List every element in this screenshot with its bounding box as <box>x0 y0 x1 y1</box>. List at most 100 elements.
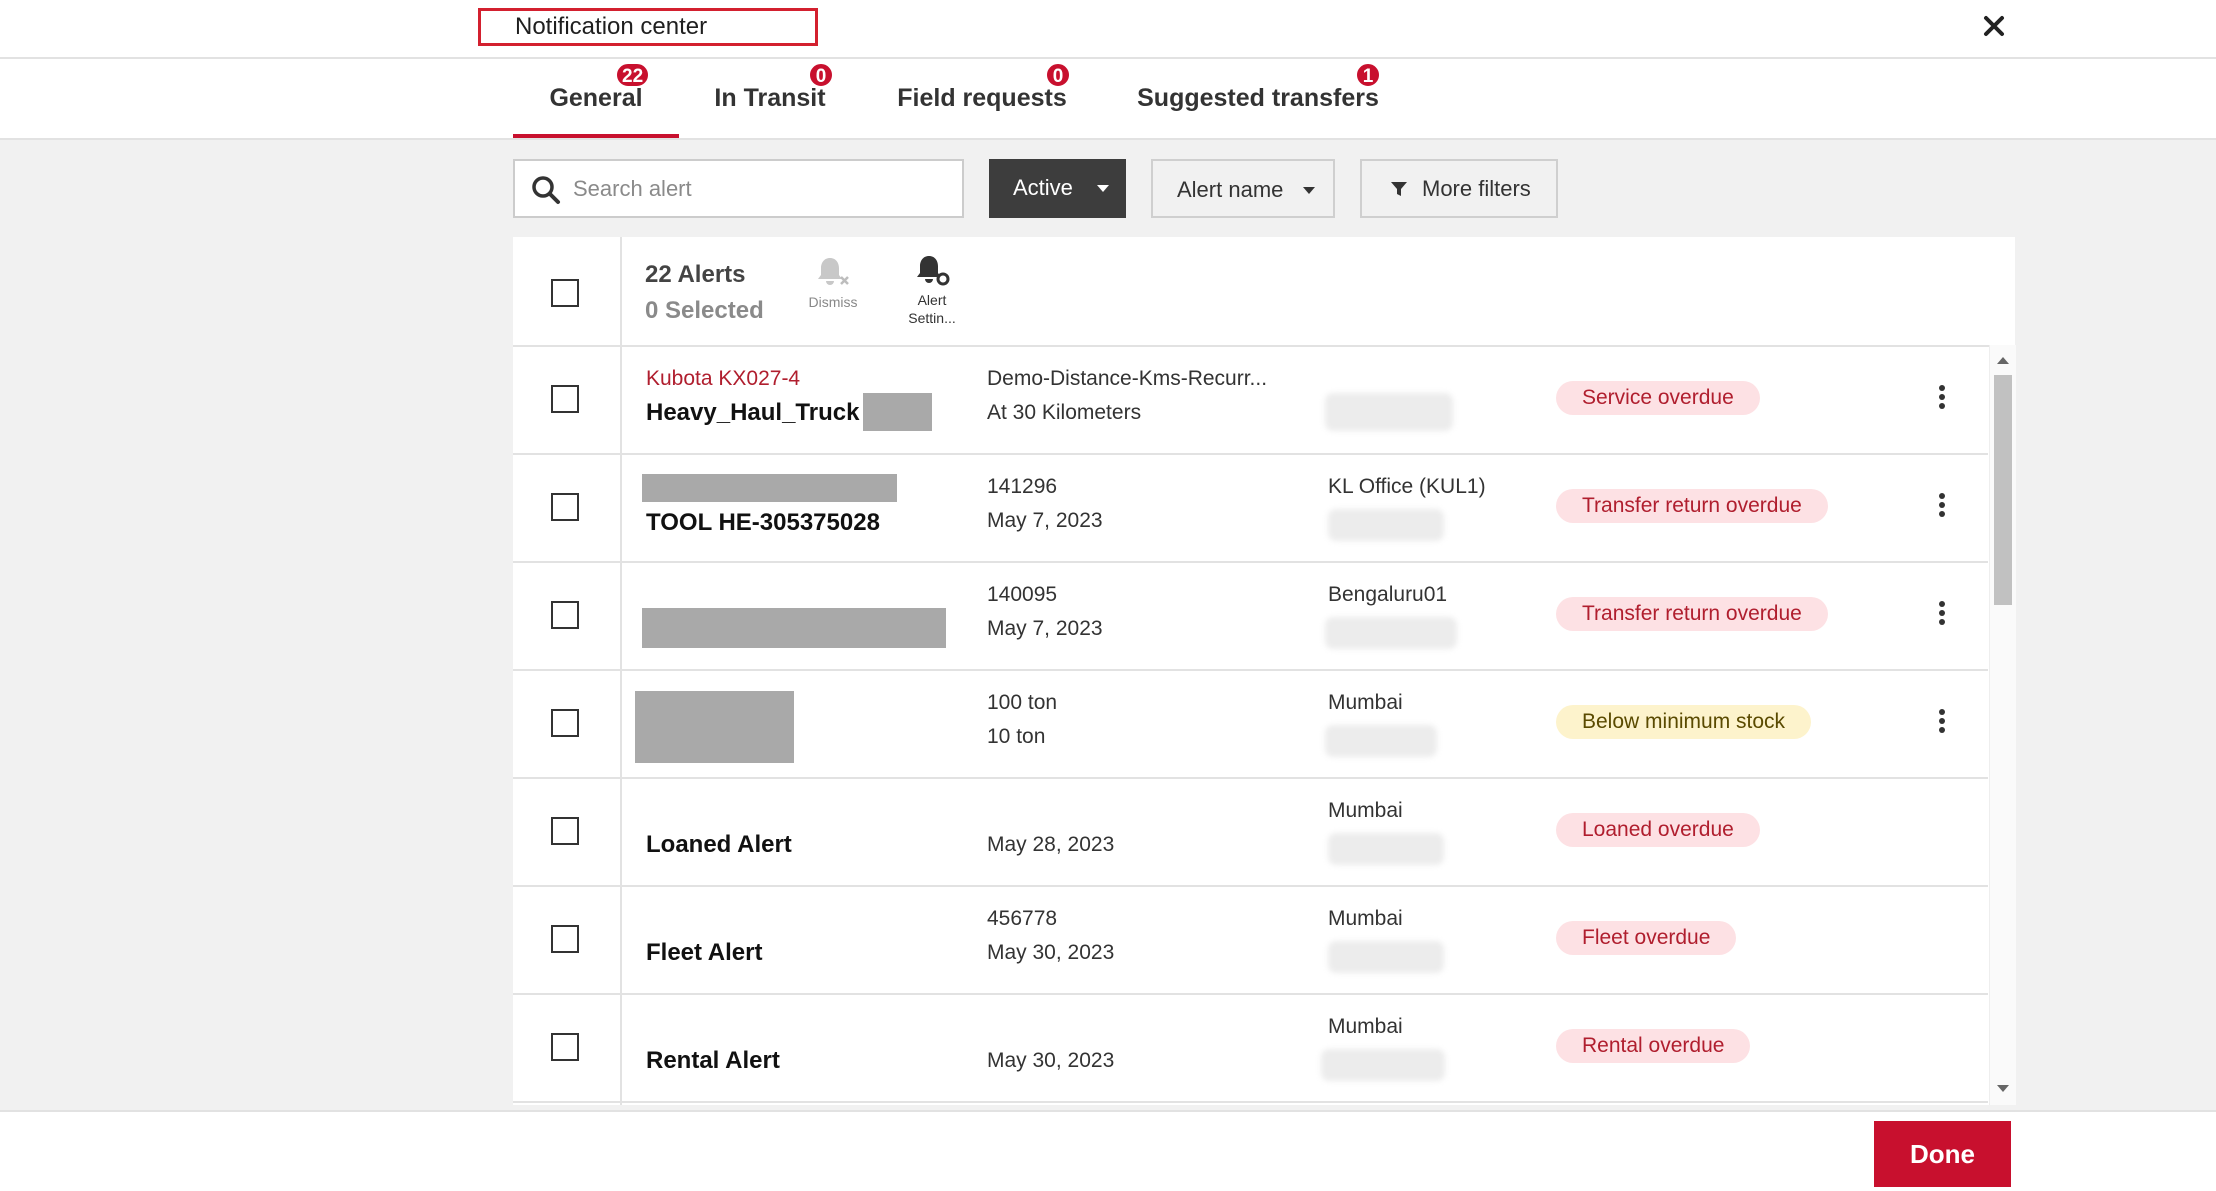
row-checkbox[interactable] <box>551 709 579 737</box>
tab-suggested-transfers-badge: 1 <box>1355 62 1381 88</box>
status-badge: Fleet overdue <box>1556 921 1737 955</box>
blurred-location <box>1328 509 1444 541</box>
table-row[interactable]: Loaned Alert May 28, 2023 Mumbai Loaned … <box>513 777 1988 887</box>
tab-in-transit-badge: 0 <box>808 62 834 88</box>
alert-title: TOOL HE-305375028 <box>646 509 880 536</box>
bell-dismiss-icon <box>818 258 849 285</box>
select-all-checkbox[interactable] <box>551 279 579 307</box>
alert-detail-secondary: May 30, 2023 <box>987 941 1115 964</box>
table-row[interactable]: Kubota KX027-4 Heavy_Haul_Truck Demo-Dis… <box>513 345 1988 455</box>
alert-detail-primary: 100 ton <box>987 691 1058 714</box>
alert-detail-secondary: 10 ton <box>987 725 1046 748</box>
redacted-block <box>642 474 897 502</box>
alert-location: KL Office (KUL1) <box>1328 475 1486 498</box>
tab-field-requests-label: Field requests <box>897 84 1067 112</box>
row-checkbox[interactable] <box>551 1033 579 1061</box>
table-row[interactable]: Fleet Alert 456778 May 30, 2023 Mumbai F… <box>513 885 1988 995</box>
page-title-box: Notification center <box>478 8 818 46</box>
page-title: Notification center <box>515 13 708 40</box>
alert-title: Heavy_Haul_Truck <box>646 399 860 426</box>
scroll-up-arrow-icon[interactable] <box>1997 357 2009 364</box>
status-dropdown[interactable]: Active <box>989 159 1126 218</box>
redacted-image <box>635 691 794 763</box>
status-badge: Loaned overdue <box>1556 813 1760 847</box>
blurred-location <box>1325 725 1437 757</box>
dismiss-label: Dismiss <box>808 294 858 310</box>
dismiss-button[interactable]: Dismiss <box>803 255 863 311</box>
alert-settings-button[interactable]: Alert Settin... <box>902 253 962 327</box>
tab-suggested-transfers-label: Suggested transfers <box>1137 84 1379 112</box>
active-tab-indicator <box>513 134 679 138</box>
dialog-header <box>0 0 2216 59</box>
scrollbar-thumb[interactable] <box>1994 375 2012 605</box>
done-button[interactable]: Done <box>1874 1121 2011 1187</box>
alert-name-dropdown-label: Alert name <box>1177 177 1284 202</box>
table-scrollbar[interactable] <box>1989 345 2016 1105</box>
alert-location: Bengaluru01 <box>1328 583 1448 606</box>
alert-location: Mumbai <box>1328 1015 1403 1038</box>
table-row[interactable]: 140095 May 7, 2023 Bengaluru01 Transfer … <box>513 561 1988 671</box>
alert-detail-secondary: May 7, 2023 <box>987 509 1103 532</box>
scroll-down-arrow-icon[interactable] <box>1997 1085 2009 1092</box>
status-badge: Transfer return overdue <box>1556 489 1828 523</box>
table-header: 22 Alerts 0 Selected Dismiss Alert Setti… <box>513 237 2015 347</box>
alert-title: Loaned Alert <box>646 831 792 858</box>
tab-bar <box>0 59 2216 140</box>
status-badge: Service overdue <box>1556 381 1760 415</box>
tab-general-label: General <box>549 84 643 112</box>
search-icon <box>532 176 560 204</box>
alert-location: Mumbai <box>1328 799 1403 822</box>
more-options-icon[interactable] <box>1937 709 1947 739</box>
table-row[interactable]: 100 ton 10 ton Mumbai Below minimum stoc… <box>513 669 1988 779</box>
more-options-icon[interactable] <box>1937 493 1947 523</box>
row-checkbox[interactable] <box>551 385 579 413</box>
row-checkbox[interactable] <box>551 601 579 629</box>
more-options-icon[interactable] <box>1937 601 1947 631</box>
tab-suggested-transfers[interactable]: Suggested transfers 1 <box>1128 62 1388 136</box>
alert-detail-secondary: May 7, 2023 <box>987 617 1103 640</box>
row-checkbox[interactable] <box>551 925 579 953</box>
selected-count: 0 Selected <box>645 297 764 324</box>
chevron-down-icon <box>1097 185 1109 192</box>
status-badge: Below minimum stock <box>1556 705 1812 739</box>
alert-detail-secondary: May 28, 2023 <box>987 833 1115 856</box>
alert-count: 22 Alerts <box>645 261 746 288</box>
status-dropdown-label: Active <box>1013 175 1073 200</box>
alert-detail-secondary: At 30 Kilometers <box>987 401 1142 424</box>
alert-settings-label-2: Settin... <box>908 310 956 326</box>
asset-model: Kubota KX027-4 <box>646 367 801 390</box>
alert-detail-primary: Demo-Distance-Kms-Recurr... <box>987 367 1268 390</box>
tab-in-transit[interactable]: In Transit 0 <box>700 62 840 136</box>
table-row[interactable]: TOOL HE-305375028 141296 May 7, 2023 KL … <box>513 453 1988 563</box>
blurred-location <box>1321 1049 1445 1081</box>
alert-location: Mumbai <box>1328 691 1403 714</box>
alert-detail-primary: 141296 <box>987 475 1058 498</box>
redacted-block <box>642 608 946 648</box>
table-row[interactable]: Rental Alert May 30, 2023 Mumbai Rental … <box>513 993 1988 1103</box>
alert-title: Fleet Alert <box>646 939 763 966</box>
blurred-location <box>1325 393 1453 431</box>
filter-icon <box>1391 182 1407 196</box>
close-button[interactable] <box>1975 6 2013 44</box>
blurred-location <box>1328 833 1444 865</box>
redacted-block <box>863 393 932 431</box>
tab-general[interactable]: General 22 <box>513 62 679 136</box>
tab-in-transit-label: In Transit <box>714 84 826 112</box>
tab-field-requests[interactable]: Field requests 0 <box>890 62 1074 136</box>
alert-name-dropdown[interactable]: Alert name <box>1151 159 1335 218</box>
more-options-icon[interactable] <box>1937 385 1947 415</box>
alert-location: Mumbai <box>1328 907 1403 930</box>
alert-detail-secondary: May 30, 2023 <box>987 1049 1115 1072</box>
alerts-table: 22 Alerts 0 Selected Dismiss Alert Setti… <box>513 237 2015 1105</box>
alert-detail-primary: 456778 <box>987 907 1058 930</box>
alert-title: Rental Alert <box>646 1047 780 1074</box>
row-checkbox[interactable] <box>551 817 579 845</box>
search-input[interactable] <box>571 169 945 209</box>
row-checkbox[interactable] <box>551 493 579 521</box>
alert-settings-label-1: Alert <box>917 292 947 308</box>
more-filters-button[interactable]: More filters <box>1360 159 1558 218</box>
alert-detail-primary: 140095 <box>987 583 1058 606</box>
search-box[interactable] <box>513 159 964 218</box>
status-badge: Rental overdue <box>1556 1029 1751 1063</box>
tab-field-requests-badge: 0 <box>1045 62 1071 88</box>
